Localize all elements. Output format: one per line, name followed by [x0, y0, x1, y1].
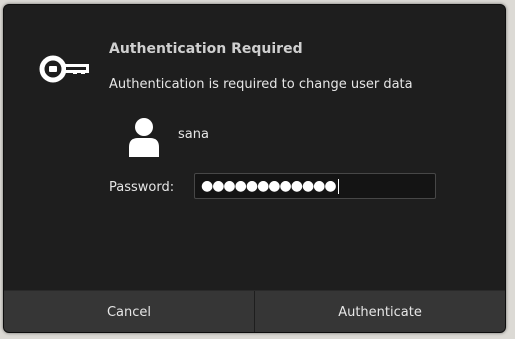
password-field[interactable]: ●●●●●●●●●●●● [194, 173, 436, 199]
user-name: sana [178, 127, 209, 142]
authentication-dialog: Authentication Required Authentication i… [3, 4, 506, 333]
authenticate-button[interactable]: Authenticate [255, 291, 505, 332]
key-icon [39, 53, 91, 85]
button-bar: Cancel Authenticate [4, 290, 505, 332]
cancel-button[interactable]: Cancel [4, 291, 254, 332]
dialog-title: Authentication Required [109, 41, 303, 57]
dialog-message: Authentication is required to change use… [109, 77, 413, 92]
password-label: Password: [109, 180, 175, 195]
text-caret [337, 178, 339, 194]
user-avatar-icon [128, 117, 160, 157]
password-masked-value: ●●●●●●●●●●●● [201, 179, 336, 193]
